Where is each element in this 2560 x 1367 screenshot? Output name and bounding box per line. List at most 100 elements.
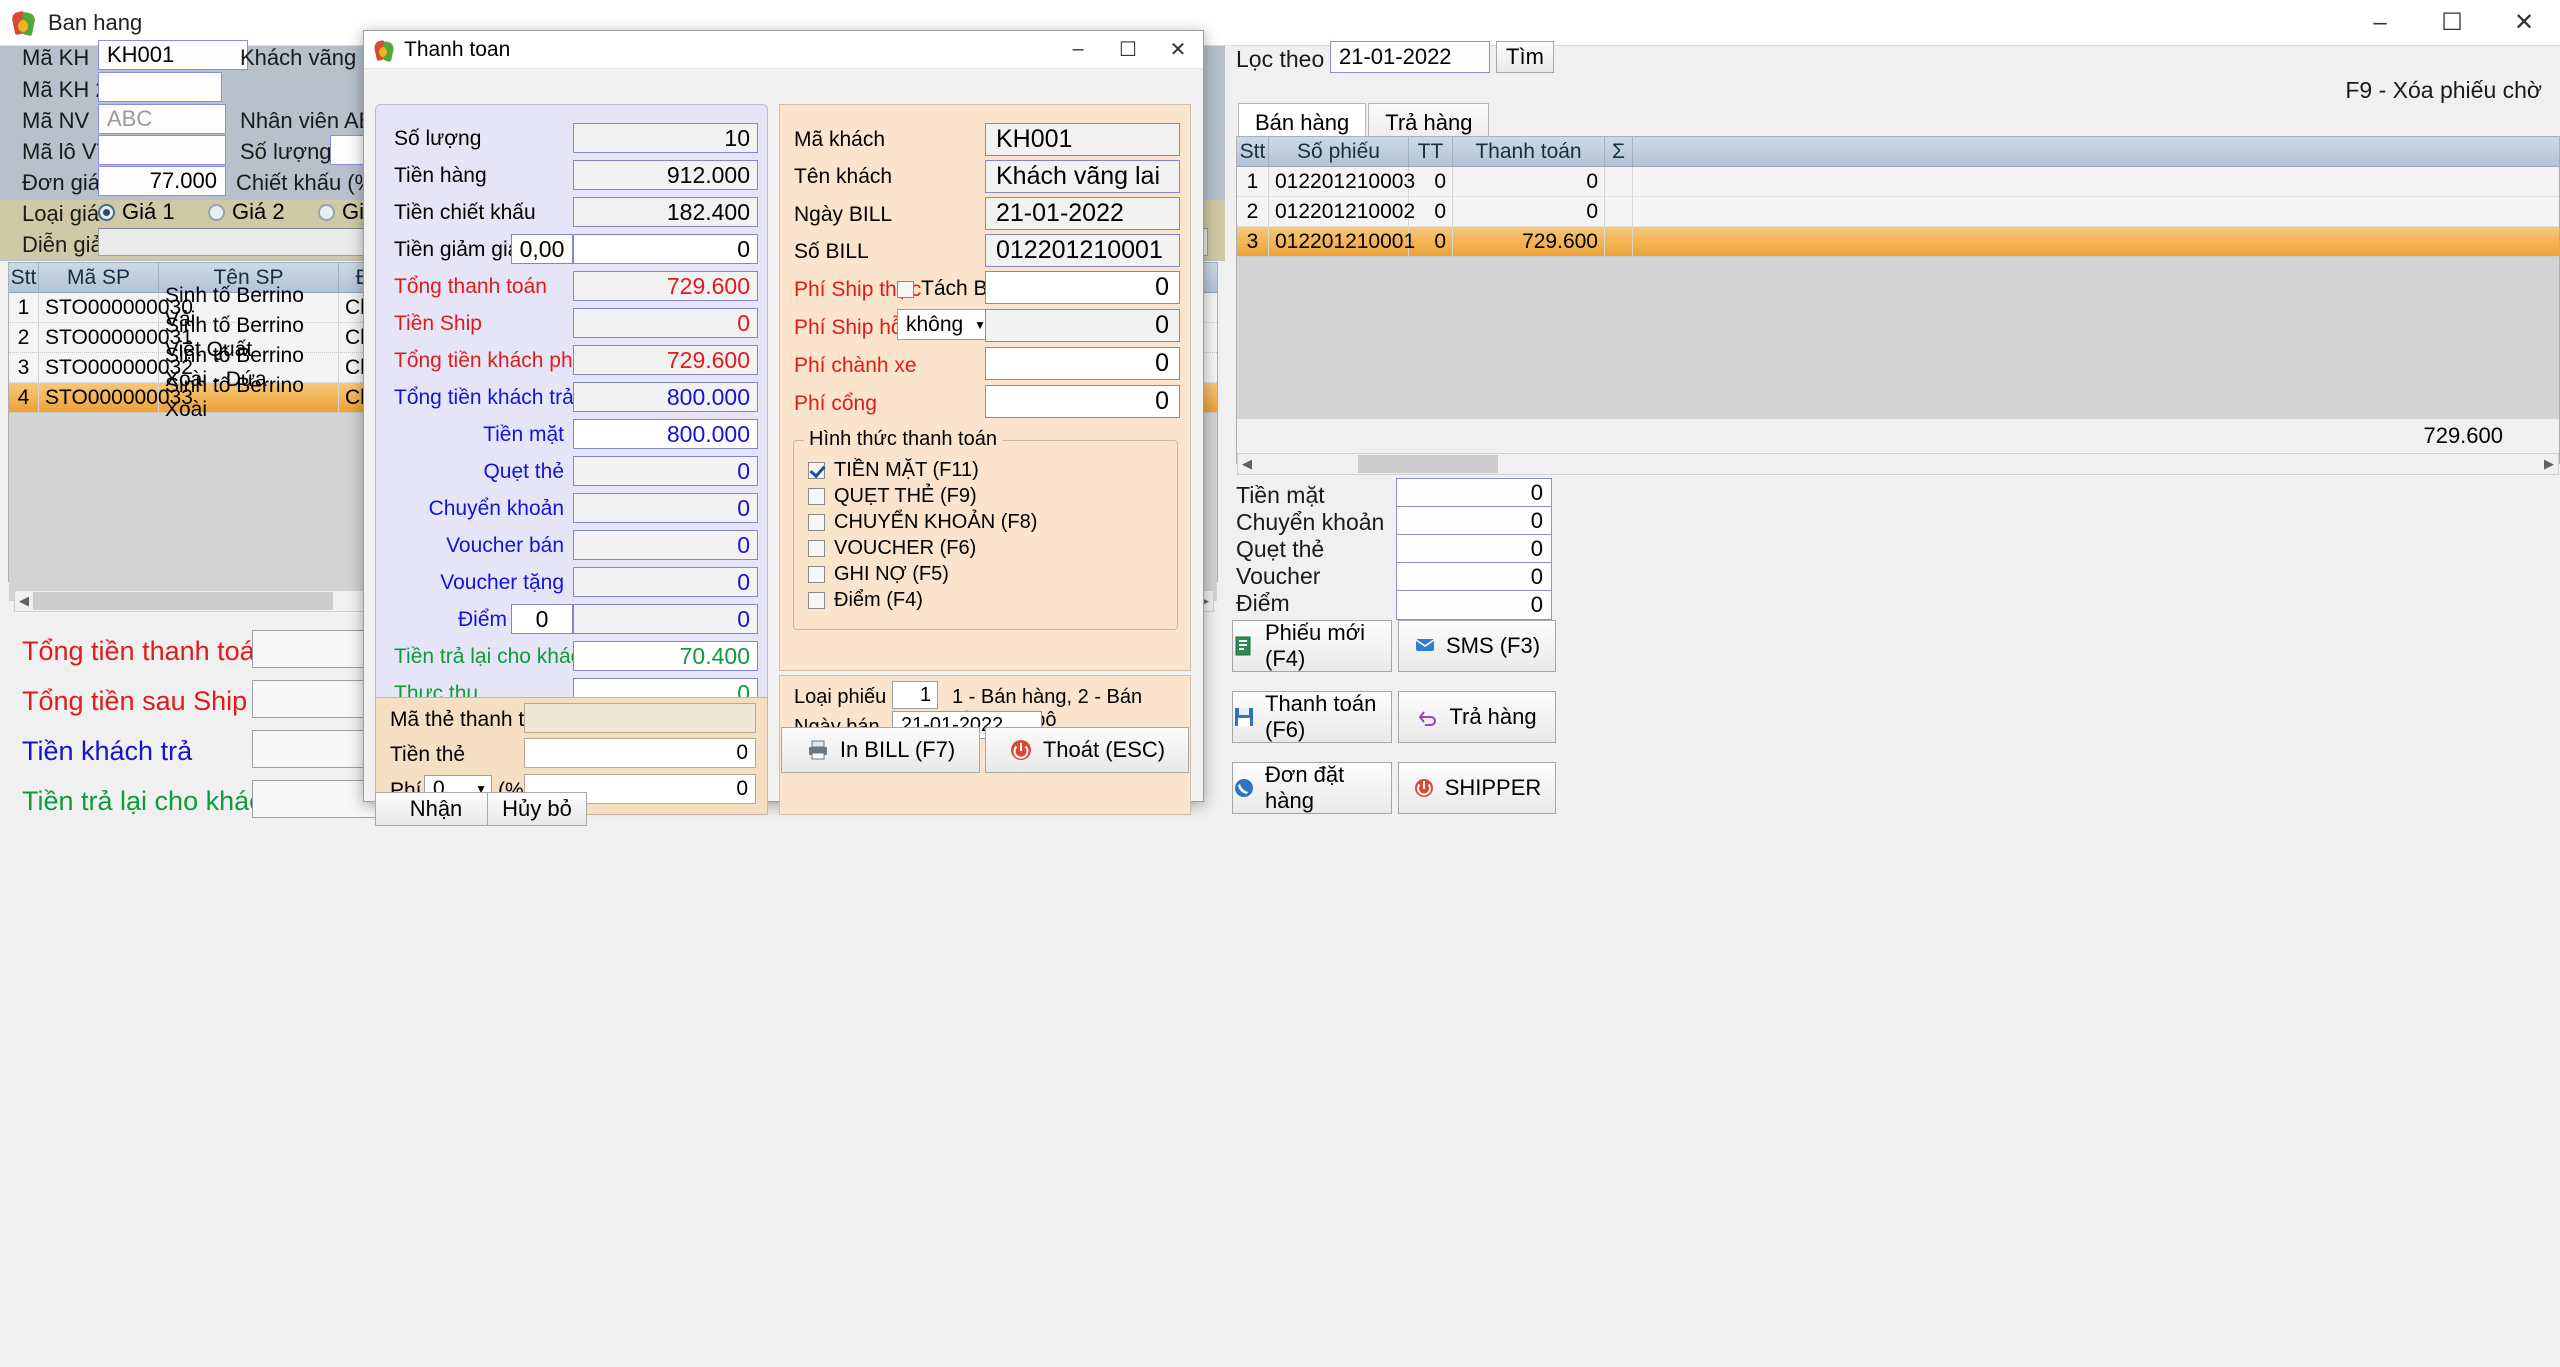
cell-so-phieu: 012201210001 [1269, 227, 1415, 256]
input-ma-khach[interactable]: KH001 [985, 123, 1180, 156]
input-tien-mat[interactable]: 800.000 [573, 419, 758, 449]
window-maximize-button[interactable]: ☐ [2416, 0, 2488, 46]
radio-gia-2[interactable]: Giá 2 [208, 199, 285, 225]
checkbox-voucher[interactable]: VOUCHER (F6) [808, 537, 976, 560]
input-tong-khach-tra[interactable]: 800.000 [573, 382, 758, 412]
input-phi-chanh-xe[interactable]: 0 [985, 347, 1180, 380]
nhan-button[interactable]: Nhận [375, 792, 497, 826]
payment-group-title: Hình thức thanh toán [804, 428, 1002, 451]
input-ma-kh[interactable]: KH001 [98, 40, 248, 70]
checkbox-tien-mat-label: TIỀN MẶT (F11) [834, 459, 979, 481]
thoat-button[interactable]: Thoát (ESC) [985, 727, 1189, 773]
label-chiet-khau: Chiết khấu (%) [236, 170, 382, 195]
input-tien-chiet-khau[interactable]: 182.400 [573, 197, 758, 227]
input-tong-thanh-toan[interactable]: 729.600 [573, 271, 758, 301]
input-phi-ship-ho-tro[interactable]: 0 [985, 309, 1180, 342]
select-ship-value: không [906, 312, 964, 336]
dialog-close-button[interactable]: ✕ [1153, 31, 1203, 69]
input-ma-the[interactable] [524, 703, 756, 733]
input-don-gia[interactable]: 77.000 [98, 166, 226, 196]
input-ma-lo[interactable] [98, 135, 226, 165]
checkbox-quet-the-label: QUẸT THẺ (F9) [834, 485, 977, 507]
shipper-button[interactable]: SHIPPER [1398, 762, 1556, 814]
checkbox-chuyen-khoan[interactable]: CHUYỂN KHOẢN (F8) [808, 511, 1037, 534]
cell-tt: 0 [1409, 197, 1453, 226]
input-ten-khach[interactable]: Khách vãng lai [985, 160, 1180, 193]
tim-button[interactable]: Tìm [1496, 41, 1554, 73]
table-row[interactable]: 2 012201210002 0 0 [1237, 197, 2559, 227]
scroll-left-icon[interactable]: ◀ [15, 591, 33, 611]
window-close-button[interactable]: ✕ [2488, 0, 2560, 46]
input-tong-khach-phai-tra[interactable]: 729.600 [573, 345, 758, 375]
label-loai-phieu: Loại phiếu [794, 686, 887, 708]
label-so-luong: Số lượng [240, 139, 332, 164]
dialog-maximize-button[interactable]: ☐ [1103, 31, 1153, 69]
summary-value-chuyen-khoan: 0 [1396, 506, 1552, 536]
input-so-luong[interactable]: 10 [573, 123, 758, 153]
summary-label-tien-mat: Tiền mặt [1236, 482, 1325, 508]
checkbox-tien-mat[interactable]: TIỀN MẶT (F11) [808, 459, 979, 482]
sms-button[interactable]: SMS (F3) [1398, 620, 1556, 672]
input-tien-the[interactable]: 0 [524, 738, 756, 768]
input-voucher-ban[interactable]: 0 [573, 530, 758, 560]
dialog-minimize-button[interactable]: – [1053, 31, 1103, 69]
don-dat-hang-button[interactable]: Đơn đặt hàng [1232, 762, 1392, 814]
tra-hang-button[interactable]: Trả hàng [1398, 691, 1556, 743]
scroll-thumb[interactable] [1358, 455, 1498, 473]
table-row[interactable]: 1 012201210003 0 0 [1237, 167, 2559, 197]
input-diem-count[interactable]: 0 [511, 604, 573, 634]
checkbox-icon[interactable] [808, 540, 825, 557]
input-phi-ship-thuc[interactable]: 0 [985, 271, 1180, 304]
cell-stt: 1 [9, 293, 39, 322]
checkbox-icon[interactable] [897, 280, 914, 298]
scroll-thumb[interactable] [33, 592, 333, 610]
input-quet-the[interactable]: 0 [573, 456, 758, 486]
label-ma-kh2: Mã KH 2 [22, 77, 108, 102]
checkbox-icon[interactable] [808, 592, 825, 609]
radio-gia-1[interactable]: Giá 1 [98, 199, 175, 225]
checkbox-quet-the[interactable]: QUẸT THẺ (F9) [808, 485, 977, 508]
cell-stt: 2 [1237, 197, 1269, 226]
in-bill-button[interactable]: In BILL (F7) [781, 727, 980, 773]
huy-bo-button[interactable]: Hủy bỏ [487, 792, 587, 826]
thanh-toan-button[interactable]: Thanh toán (F6) [1232, 691, 1392, 743]
input-phi-cong[interactable]: 0 [985, 385, 1180, 418]
checkbox-icon[interactable] [808, 514, 825, 531]
app-logo-icon [10, 10, 38, 36]
input-loc-ngay[interactable]: 21-01-2022 [1330, 41, 1490, 73]
input-chuyen-khoan[interactable]: 0 [573, 493, 758, 523]
phieu-moi-button[interactable]: Phiếu mới (F4) [1232, 620, 1392, 672]
checkbox-icon[interactable] [808, 488, 825, 505]
input-voucher-tang[interactable]: 0 [573, 567, 758, 597]
input-loai-phieu[interactable]: 1 [892, 681, 938, 709]
scroll-right-icon[interactable]: ▶ [2540, 454, 2558, 474]
col-so-phieu: Số phiếu [1269, 137, 1409, 166]
dialog-amounts-panel: Số lượng 10 Tiền hàng 912.000 Tiền chiết… [375, 104, 768, 780]
checkbox-icon[interactable] [808, 566, 825, 583]
cell-ma: STO000000031 [39, 323, 193, 352]
invoice-grid-hscrollbar[interactable]: ◀ ▶ [1237, 453, 2559, 475]
scroll-left-icon[interactable]: ◀ [1238, 454, 1256, 474]
input-tien-giam-gia[interactable]: 0 [573, 234, 758, 264]
input-so-bill[interactable]: 012201210001 [985, 234, 1180, 267]
input-ngay-bill[interactable]: 21-01-2022 [985, 197, 1180, 230]
summary-value-voucher: 0 [1396, 562, 1552, 592]
input-ma-kh2[interactable] [98, 72, 222, 102]
table-row[interactable]: 3 012201210001 0 729.600 [1237, 227, 2559, 257]
checkbox-chuyen-khoan-label: CHUYỂN KHOẢN (F8) [834, 511, 1038, 533]
select-phi-ship-ho-tro[interactable]: không ▼ [897, 309, 992, 340]
checkbox-diem[interactable]: Điểm (F4) [808, 589, 923, 612]
window-minimize-button[interactable]: – [2344, 0, 2416, 46]
label-phi-chanh-xe: Phí chành xe [794, 354, 917, 377]
input-ma-nv[interactable]: ABC [98, 104, 226, 134]
checkbox-icon[interactable] [808, 462, 825, 479]
input-giam-gia-percent[interactable]: 0,00 [511, 234, 573, 264]
input-tien-ship[interactable]: 0 [573, 308, 758, 338]
checkbox-ghi-no[interactable]: GHI NỢ (F5) [808, 563, 949, 586]
input-tien-hang[interactable]: 912.000 [573, 160, 758, 190]
cell-stt: 1 [1237, 167, 1269, 196]
shipper-label: SHIPPER [1444, 775, 1542, 800]
summary-label-diem: Điểm [1236, 590, 1290, 616]
input-tien-tra-lai[interactable]: 70.400 [573, 641, 758, 671]
input-diem-value[interactable]: 0 [573, 604, 758, 634]
